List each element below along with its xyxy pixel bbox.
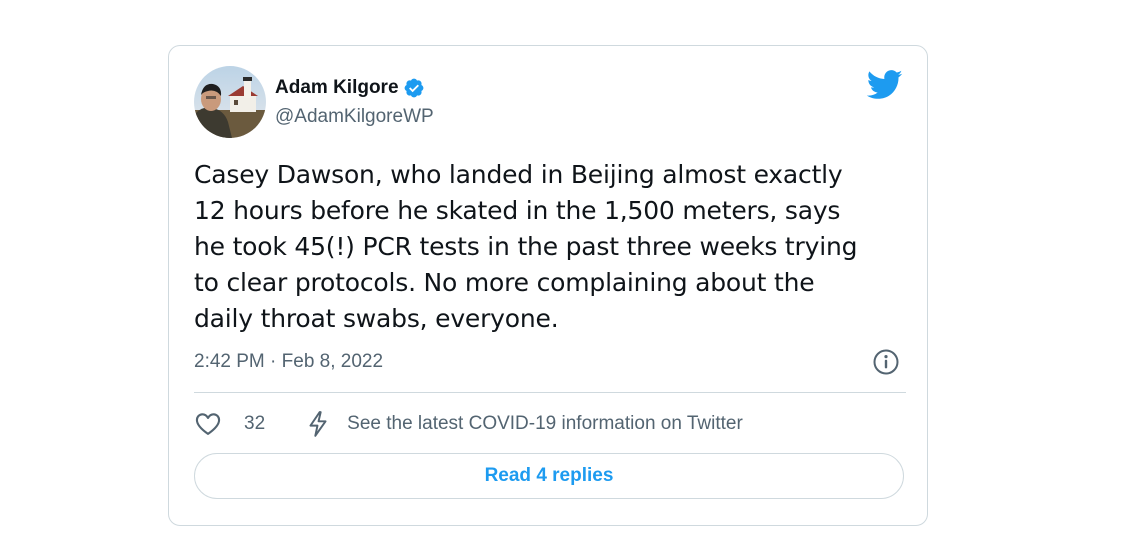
covid-info-link[interactable]: See the latest COVID-19 information on T… [305, 410, 743, 438]
author-handle[interactable]: @AdamKilgoreWP [275, 106, 434, 128]
verified-badge-icon [403, 77, 425, 99]
tweet-actions: 32 See the latest COVID-19 information o… [194, 408, 743, 440]
covid-info-text[interactable]: See the latest COVID-19 information on T… [347, 413, 743, 435]
author-name[interactable]: Adam Kilgore [275, 77, 399, 99]
like-count[interactable]: 32 [244, 413, 265, 435]
lightning-bolt-icon [305, 410, 331, 438]
twitter-bird-icon[interactable] [866, 70, 903, 100]
heart-icon[interactable] [194, 410, 222, 438]
tweet-text: Casey Dawson, who landed in Beijing almo… [194, 160, 858, 333]
avatar[interactable] [194, 66, 266, 138]
tweet-card: Adam Kilgore @AdamKilgoreWP Casey Dawson… [168, 45, 928, 526]
author-name-row[interactable]: Adam Kilgore [275, 75, 425, 101]
info-icon[interactable] [872, 348, 900, 376]
divider [194, 392, 906, 393]
tweet-timestamp[interactable]: 2:42 PM · Feb 8, 2022 [194, 351, 383, 373]
read-replies-button[interactable]: Read 4 replies [194, 453, 904, 499]
avatar-photo [194, 66, 266, 138]
like-button[interactable]: 32 [194, 410, 265, 438]
